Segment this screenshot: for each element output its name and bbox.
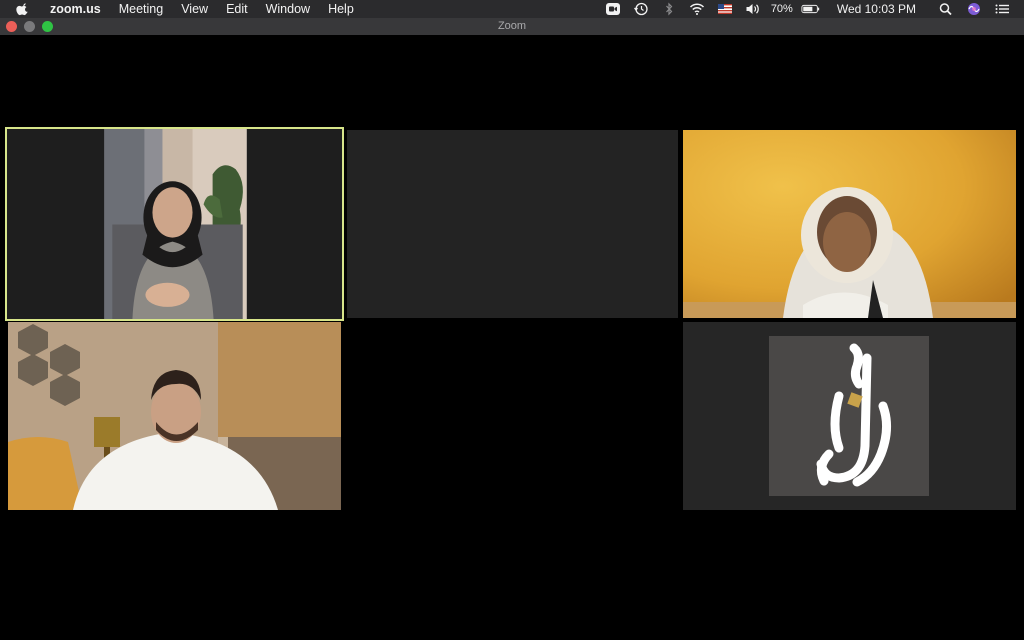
video-tile-participant-1[interactable]	[5, 127, 344, 321]
notification-center-icon[interactable]	[994, 2, 1010, 16]
window-minimize-button[interactable]	[24, 21, 35, 32]
us-flag-input-icon[interactable]	[717, 2, 733, 16]
video-tile-participant-2[interactable]	[347, 130, 678, 318]
battery-percent: 70%	[770, 3, 793, 15]
participant-1-video	[7, 129, 342, 319]
menubar-clock[interactable]: Wed 10:03 PM	[837, 2, 916, 16]
participant-4-video	[8, 322, 341, 510]
window-title: Zoom	[497, 20, 527, 32]
menu-bar: zoom.us Meeting View Edit Window Help 70…	[0, 0, 1024, 18]
wifi-icon[interactable]	[689, 2, 705, 16]
window-title-bar[interactable]: Zoom	[0, 18, 1024, 35]
video-tile-participant-5[interactable]	[683, 322, 1016, 510]
battery-icon[interactable]	[801, 2, 821, 16]
calligraphy-logo-image	[816, 343, 891, 487]
window-close-button[interactable]	[6, 21, 17, 32]
menu-meeting[interactable]: Meeting	[110, 0, 172, 18]
video-tile-participant-3[interactable]	[683, 130, 1016, 318]
apple-icon[interactable]	[16, 2, 30, 16]
participant-5-logo-card	[769, 336, 929, 496]
zoom-icon[interactable]	[605, 2, 621, 16]
time-machine-icon[interactable]	[633, 2, 649, 16]
bluetooth-icon[interactable]	[661, 2, 677, 16]
spotlight-search-icon[interactable]	[938, 2, 954, 16]
menu-view[interactable]: View	[172, 0, 217, 18]
menu-app-name[interactable]: zoom.us	[38, 0, 110, 18]
volume-icon[interactable]	[745, 2, 761, 16]
menu-help[interactable]: Help	[319, 0, 363, 18]
video-tile-participant-4[interactable]	[8, 322, 341, 510]
window-zoom-button[interactable]	[42, 21, 53, 32]
menu-window[interactable]: Window	[257, 0, 319, 18]
menu-edit[interactable]: Edit	[217, 0, 257, 18]
siri-icon[interactable]	[966, 2, 982, 16]
participant-3-video	[683, 130, 1016, 318]
